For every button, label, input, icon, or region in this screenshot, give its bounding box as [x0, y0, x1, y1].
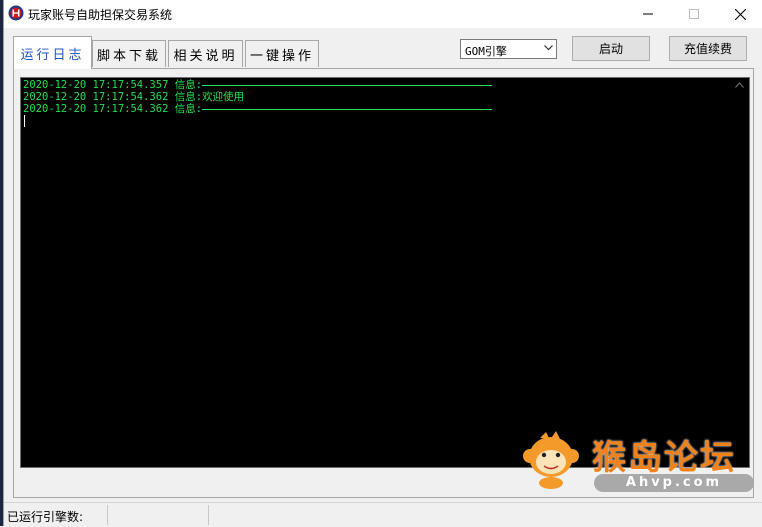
log-timestamp: 2020-12-20 17:17:54.357	[23, 79, 169, 91]
tab-run-log[interactable]: 运行日志	[13, 36, 92, 69]
status-bar: 已运行引擎数:	[4, 502, 762, 527]
log-separator-rule	[202, 84, 493, 86]
app-window: 玩家账号自助担保交易系统 运行日志 脚本下载 相关说明 一键操作 GOM引擎 启…	[3, 0, 762, 527]
tab-instructions[interactable]: 相关说明	[168, 40, 243, 67]
engine-select[interactable]: GOM引擎	[460, 39, 557, 59]
text-caret	[24, 115, 25, 127]
engine-select-value: GOM引擎	[465, 45, 507, 58]
log-console[interactable]: 2020-12-20 17:17:54.357 信息: 2020-12-20 1…	[20, 77, 750, 468]
status-separator	[208, 505, 209, 525]
status-separator	[107, 505, 108, 525]
close-button[interactable]	[717, 0, 762, 28]
log-prefix: 信息:	[174, 103, 203, 115]
window-title: 玩家账号自助担保交易系统	[28, 8, 173, 22]
chevron-down-icon	[544, 45, 553, 51]
watermark-brand: 猴岛论坛	[592, 438, 736, 478]
minimize-icon	[643, 13, 653, 15]
tab-script-download[interactable]: 脚本下载	[92, 40, 166, 67]
engine-count-label: 已运行引擎数:	[7, 510, 84, 524]
log-message: 欢迎使用	[202, 91, 245, 103]
log-scrollbar[interactable]	[732, 78, 749, 467]
app-logo-icon	[8, 5, 24, 21]
log-prefix: 信息:	[174, 79, 203, 91]
watermark-domain: Ahvp.com	[594, 474, 754, 492]
maximize-button[interactable]	[671, 0, 717, 28]
log-timestamp: 2020-12-20 17:17:54.362	[23, 91, 169, 103]
minimize-button[interactable]	[625, 0, 671, 28]
monkey-mascot-icon	[523, 431, 579, 489]
log-timestamp: 2020-12-20 17:17:54.362	[23, 103, 169, 115]
maximize-icon	[689, 9, 699, 19]
title-bar: 玩家账号自助担保交易系统	[4, 0, 762, 28]
start-button[interactable]: 启动	[572, 36, 650, 61]
close-icon	[734, 8, 746, 20]
recharge-button[interactable]: 充值续费	[669, 36, 747, 61]
forum-watermark: 猴岛论坛 Ahvp.com	[520, 426, 756, 496]
log-prefix: 信息:	[174, 91, 203, 103]
tab-one-click[interactable]: 一键操作	[245, 40, 319, 67]
log-line: 2020-12-20 17:17:54.357 信息:	[23, 79, 493, 91]
scroll-up-icon[interactable]	[735, 82, 744, 88]
log-separator-rule	[202, 108, 493, 110]
log-line: 2020-12-20 17:17:54.362 信息:	[23, 103, 493, 115]
log-line: 2020-12-20 17:17:54.362 信息:欢迎使用	[23, 91, 244, 103]
